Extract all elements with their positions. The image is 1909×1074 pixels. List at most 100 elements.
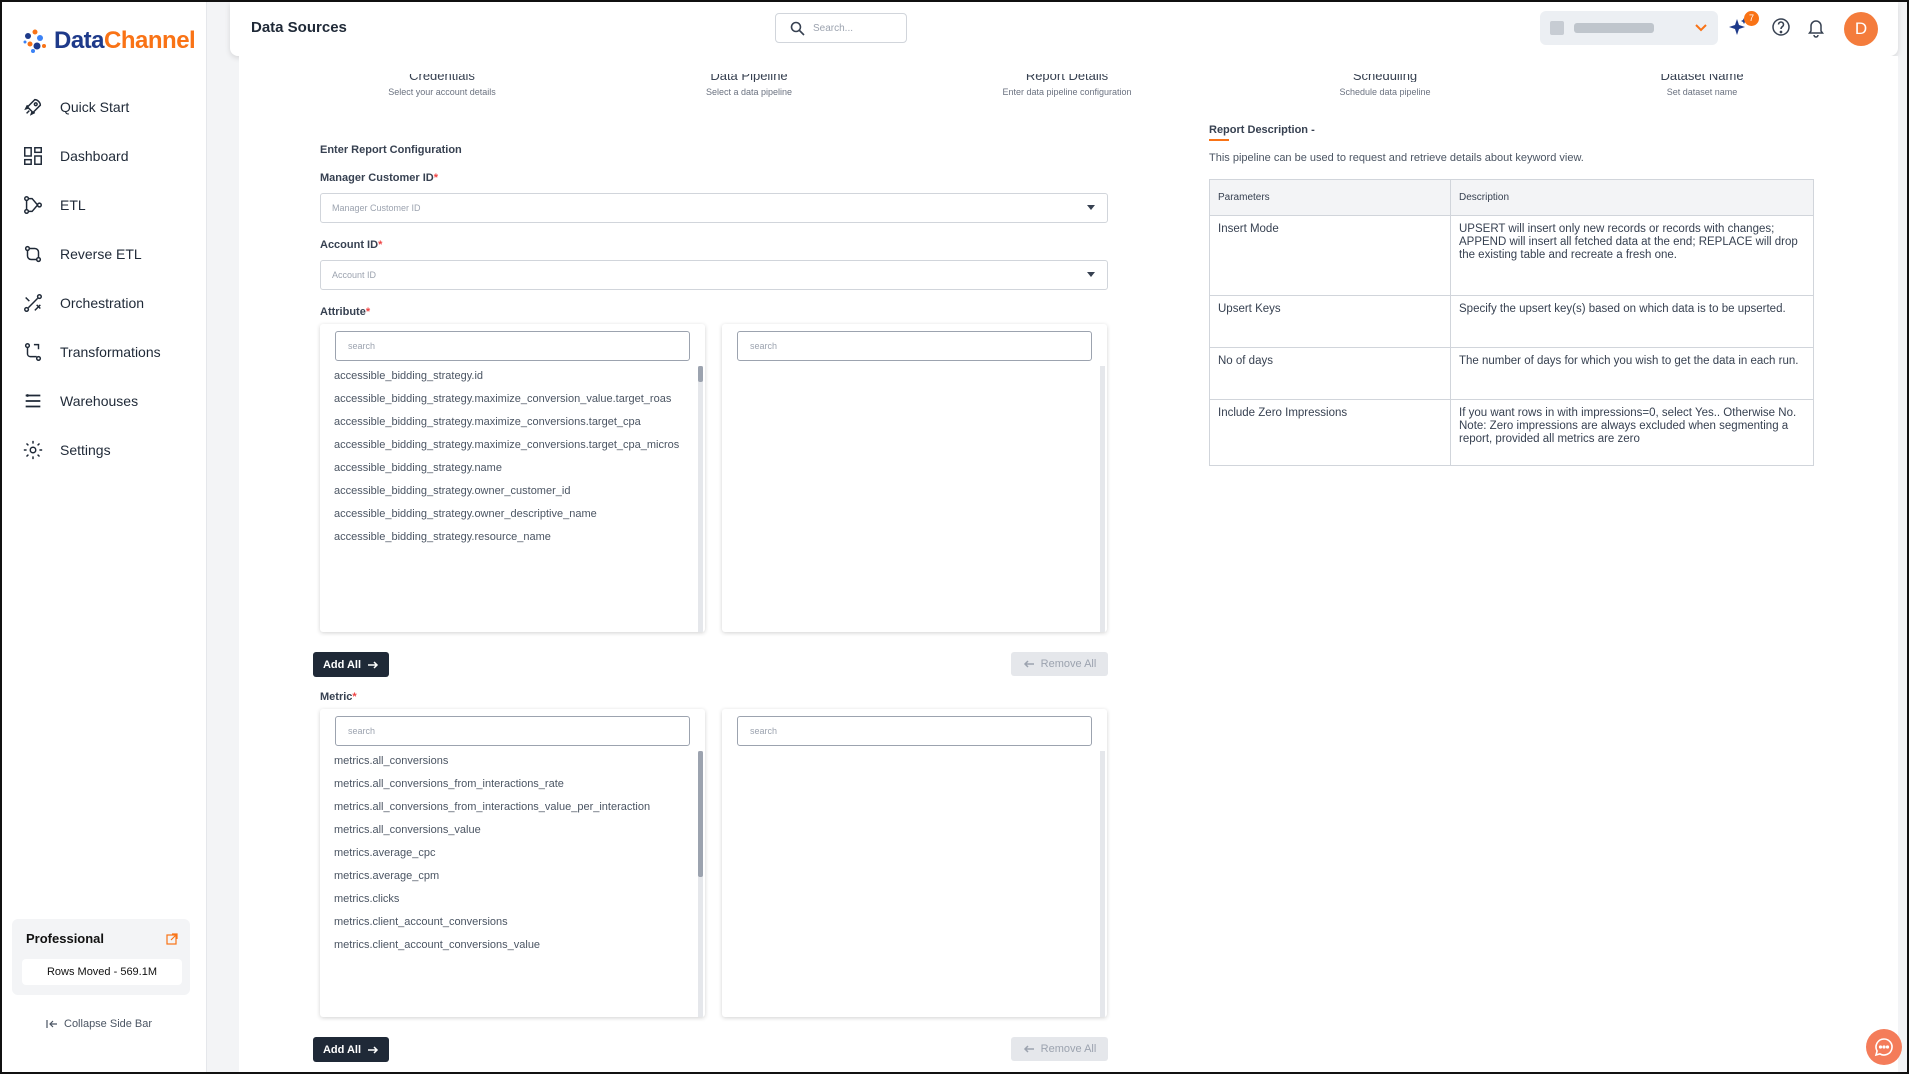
top-header: Data Sources Search... 7 D (230, 2, 1898, 56)
list-item[interactable]: metrics.clicks (334, 893, 684, 905)
table-row: Include Zero Impressions If you want row… (1209, 399, 1814, 466)
step-credentials[interactable]: Credentials Select your account details (332, 74, 552, 97)
account-id-label: Account ID* (320, 239, 383, 251)
param-name: No of days (1209, 347, 1451, 400)
report-config-heading: Enter Report Configuration (320, 144, 462, 156)
add-all-label: Add All (322, 1043, 362, 1056)
sidebar-item-etl[interactable]: ETL (2, 180, 207, 229)
help-icon[interactable] (1770, 16, 1792, 38)
account-name-redacted (1574, 23, 1654, 33)
step-subtitle: Enter data pipeline configuration (1002, 87, 1132, 97)
metric-search-input[interactable]: search (335, 716, 690, 746)
add-all-label: Add All (322, 658, 362, 671)
manager-customer-id-label: Manager Customer ID* (320, 172, 438, 184)
sidebar-item-dashboard[interactable]: Dashboard (2, 131, 207, 180)
sidebar-item-reverse-etl[interactable]: Reverse ETL (2, 229, 207, 278)
step-report-details[interactable]: Report Details Enter data pipeline confi… (957, 74, 1177, 97)
gear-icon (23, 440, 43, 459)
search-input[interactable]: Search... (775, 13, 907, 43)
caret-down-icon (1087, 272, 1095, 277)
column-header: Description (1450, 179, 1814, 216)
wizard-stepper: Credentials Select your account details … (239, 74, 1859, 114)
step-dataset-name[interactable]: Dataset Name Set dataset name (1592, 74, 1812, 97)
param-name: Upsert Keys (1209, 295, 1451, 348)
metric-items: metrics.all_conversions metrics.all_conv… (334, 755, 684, 962)
sidebar-nav: Quick Start Dashboard ETL Reverse ETL Or… (2, 82, 207, 474)
list-item[interactable]: metrics.all_conversions_from_interaction… (334, 778, 684, 790)
chat-bubble-icon (1874, 1038, 1893, 1057)
list-item[interactable]: metrics.average_cpm (334, 870, 684, 882)
sidebar-item-quick-start[interactable]: Quick Start (2, 82, 207, 131)
step-title: Report Details (1025, 74, 1109, 82)
report-description-title: Report Description - (1209, 124, 1315, 136)
list-item[interactable]: accessible_bidding_strategy.maximize_con… (334, 416, 684, 428)
param-name: Include Zero Impressions (1209, 399, 1451, 466)
metric-add-all-button[interactable]: Add All (313, 1037, 389, 1062)
search-placeholder: Search... (813, 22, 854, 34)
external-link-icon[interactable] (166, 933, 178, 945)
sidebar-item-orchestration[interactable]: Orchestration (2, 278, 207, 327)
chat-support-button[interactable] (1866, 1029, 1902, 1065)
collapse-sidebar-button[interactable]: Collapse Side Bar (46, 1018, 152, 1030)
attribute-available-list: search accessible_bidding_strategy.id ac… (320, 324, 705, 632)
account-id-placeholder: Account ID (332, 270, 377, 280)
attribute-search-input[interactable]: search (335, 331, 690, 361)
step-scheduling[interactable]: Scheduling Schedule data pipeline (1275, 74, 1495, 97)
sidebar-item-warehouses[interactable]: Warehouses (2, 376, 207, 425)
logo-text: DataChannel (54, 27, 196, 54)
attribute-label: Attribute* (320, 306, 371, 318)
table-row: Upsert Keys Specify the upsert key(s) ba… (1209, 295, 1814, 348)
list-item[interactable]: metrics.all_conversions_from_interaction… (334, 801, 684, 813)
list-item[interactable]: accessible_bidding_strategy.name (334, 462, 684, 474)
app-logo[interactable]: DataChannel (20, 26, 196, 56)
param-description: If you want rows in with impressions=0, … (1450, 399, 1814, 466)
chevron-down-icon (1695, 24, 1707, 32)
attribute-selected-search-input[interactable]: search (737, 331, 1092, 361)
arrow-left-icon (1023, 660, 1034, 668)
avatar[interactable]: D (1844, 12, 1878, 46)
logo-mark-icon (23, 29, 46, 53)
list-item[interactable]: metrics.average_cpc (334, 847, 684, 859)
etl-flow-icon (24, 195, 42, 214)
step-data-pipeline[interactable]: Data Pipeline Select a data pipeline (639, 74, 859, 97)
sidebar-item-transformations[interactable]: Transformations (2, 327, 207, 376)
list-item[interactable]: accessible_bidding_strategy.id (334, 370, 684, 382)
rows-moved-value: Rows Moved - 569.1M (22, 959, 182, 985)
table-header-row: Parameters Description (1209, 179, 1814, 216)
list-item[interactable]: metrics.client_account_conversions_value (334, 939, 684, 951)
plan-title: Professional (26, 931, 105, 946)
manager-customer-id-placeholder: Manager Customer ID (332, 203, 421, 213)
scrollbar-thumb[interactable] (698, 366, 703, 382)
scrollbar[interactable] (1100, 751, 1105, 1017)
list-item[interactable]: accessible_bidding_strategy.owner_custom… (334, 485, 684, 497)
caret-down-icon (1087, 205, 1095, 210)
list-item[interactable]: accessible_bidding_strategy.maximize_con… (334, 439, 684, 451)
metric-selected-search-input[interactable]: search (737, 716, 1092, 746)
transform-icon (24, 342, 42, 361)
attribute-add-all-button[interactable]: Add All (313, 652, 389, 677)
list-item[interactable]: metrics.client_account_conversions (334, 916, 684, 928)
list-item[interactable]: metrics.all_conversions (334, 755, 684, 767)
scrollbar-thumb[interactable] (698, 751, 703, 877)
metric-remove-all-button[interactable]: Remove All (1011, 1037, 1108, 1061)
account-id-select[interactable]: Account ID (320, 260, 1108, 290)
sidebar-item-settings[interactable]: Settings (2, 425, 207, 474)
list-item[interactable]: accessible_bidding_strategy.maximize_con… (334, 393, 684, 405)
manager-customer-id-select[interactable]: Manager Customer ID (320, 193, 1108, 223)
list-item[interactable]: accessible_bidding_strategy.owner_descri… (334, 508, 684, 520)
list-item[interactable]: accessible_bidding_strategy.resource_nam… (334, 531, 684, 543)
scrollbar[interactable] (1100, 366, 1105, 632)
list-item[interactable]: metrics.all_conversions_value (334, 824, 684, 836)
arrow-right-icon (368, 1045, 379, 1054)
title-underline (1209, 139, 1229, 141)
account-selector[interactable] (1540, 11, 1718, 45)
table-row: No of days The number of days for which … (1209, 347, 1814, 400)
orchestration-icon (24, 293, 42, 312)
metric-available-list: search metrics.all_conversions metrics.a… (320, 709, 705, 1017)
bell-icon[interactable] (1805, 16, 1827, 38)
attribute-remove-all-button[interactable]: Remove All (1011, 652, 1108, 676)
scrollbar[interactable] (698, 366, 703, 632)
metric-selected-list: search (722, 709, 1107, 1017)
param-description: The number of days for which you wish to… (1450, 347, 1814, 400)
dashboard-grid-icon (24, 146, 42, 165)
